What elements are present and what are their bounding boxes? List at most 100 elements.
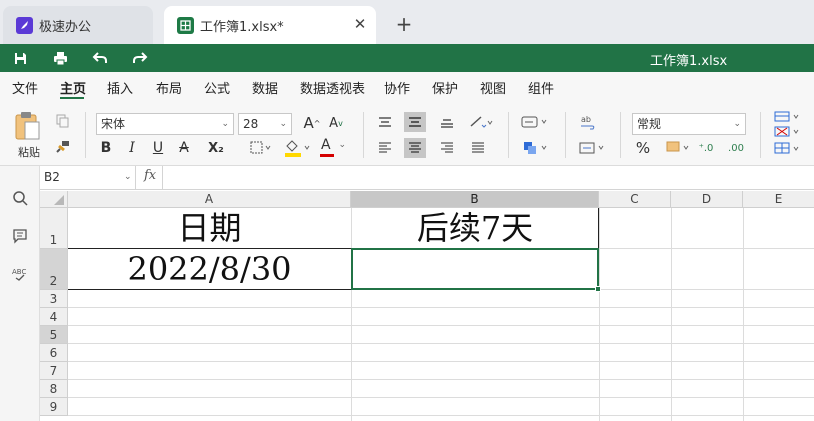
- close-icon[interactable]: ✕: [352, 16, 368, 32]
- gridline: [599, 208, 600, 421]
- tab-workbook[interactable]: 工作簿1.xlsx* ✕: [164, 6, 376, 44]
- italic-button[interactable]: I: [124, 138, 140, 158]
- row-header-6[interactable]: 6: [40, 344, 68, 362]
- underline-button[interactable]: U: [150, 138, 166, 158]
- insert-cells-icon: [774, 111, 799, 122]
- row-header-5[interactable]: 5: [40, 326, 68, 344]
- align-middle-button[interactable]: [404, 112, 426, 132]
- gridline: [743, 208, 744, 421]
- insert-cells-button[interactable]: [772, 110, 802, 124]
- font-color-swatch: [320, 154, 334, 157]
- gridline: [68, 361, 814, 362]
- subscript-button[interactable]: X₂: [202, 138, 230, 158]
- row-header-1[interactable]: 1: [40, 208, 68, 249]
- svg-text:ab: ab: [581, 115, 591, 124]
- column-header-a[interactable]: A: [68, 191, 351, 208]
- cell-a2[interactable]: 2022/8/30: [68, 249, 351, 290]
- borders-icon: [250, 141, 271, 154]
- formula-input[interactable]: [162, 166, 814, 189]
- increase-decimal-button[interactable]: ⁺.0: [696, 138, 716, 158]
- redo-icon[interactable]: [130, 48, 150, 68]
- format-cells-button[interactable]: [772, 141, 802, 157]
- wrap-text-button[interactable]: ab: [577, 112, 599, 134]
- format-painter-icon[interactable]: [54, 138, 72, 156]
- font-color-button[interactable]: A ⌄: [318, 137, 348, 159]
- align-bottom-icon: [441, 119, 453, 128]
- comment-icon[interactable]: [10, 226, 30, 246]
- column-header-b[interactable]: B: [351, 191, 599, 208]
- menu-home[interactable]: 主页: [60, 78, 86, 97]
- paste-button[interactable]: [12, 110, 44, 142]
- search-icon[interactable]: [10, 188, 30, 208]
- conditional-format-button[interactable]: [519, 138, 551, 158]
- align-center-button[interactable]: [404, 138, 426, 158]
- align-right-button[interactable]: [437, 138, 457, 158]
- percent-button[interactable]: %: [634, 138, 652, 158]
- menu-view[interactable]: 视图: [480, 78, 506, 97]
- gridline: [68, 325, 814, 326]
- row-header-3[interactable]: 3: [40, 290, 68, 308]
- menu-collaborate[interactable]: 协作: [384, 78, 410, 97]
- left-sidebar: ABC: [0, 166, 40, 421]
- column-header-e[interactable]: E: [743, 191, 814, 208]
- spreadsheet-grid: A B C D E 1 2 3 4 5 6 7 8 9 日期 后续7天 2022…: [40, 191, 814, 421]
- menu-formula[interactable]: 公式: [204, 78, 230, 97]
- increase-font-label: A: [303, 114, 314, 132]
- new-tab-button[interactable]: +: [393, 13, 415, 35]
- number-format-select[interactable]: 常规 ⌄: [632, 113, 746, 135]
- menu-file[interactable]: 文件: [12, 78, 38, 97]
- row-header-8[interactable]: 8: [40, 380, 68, 398]
- decrease-font-label: A: [329, 115, 339, 131]
- column-header-c[interactable]: C: [599, 191, 671, 208]
- menu-pivot-table[interactable]: 数据透视表: [300, 78, 365, 97]
- delete-cells-button[interactable]: [772, 125, 802, 139]
- cell-style-button[interactable]: [519, 112, 551, 132]
- gridline: [671, 208, 672, 421]
- gridline: [68, 415, 814, 416]
- increase-font-button[interactable]: A ^: [303, 113, 321, 133]
- menu-components[interactable]: 组件: [528, 78, 554, 97]
- cell-b1[interactable]: 后续7天: [351, 208, 599, 249]
- align-left-button[interactable]: [375, 138, 395, 158]
- font-name-select[interactable]: 宋体 ⌄: [96, 113, 234, 135]
- spellcheck-icon[interactable]: ABC: [10, 264, 30, 284]
- accounting-format-button[interactable]: [664, 138, 694, 158]
- row-header-7[interactable]: 7: [40, 362, 68, 380]
- number-format-value: 常规: [637, 117, 662, 131]
- strikethrough-button[interactable]: A: [176, 138, 192, 158]
- menu-layout[interactable]: 布局: [156, 78, 182, 97]
- fill-color-button[interactable]: [282, 137, 312, 159]
- borders-button[interactable]: [248, 138, 274, 158]
- font-size-value: 28: [243, 117, 259, 131]
- fx-icon[interactable]: fx: [144, 168, 156, 183]
- menu-data[interactable]: 数据: [252, 78, 278, 97]
- cell-a1[interactable]: 日期: [68, 208, 351, 249]
- column-header-d[interactable]: D: [671, 191, 743, 208]
- menu-protect[interactable]: 保护: [432, 78, 458, 97]
- decrease-decimal-button[interactable]: .00: [726, 138, 746, 158]
- fill-handle[interactable]: [595, 286, 601, 292]
- align-right-icon: [441, 142, 453, 153]
- bold-button[interactable]: B: [98, 138, 114, 158]
- align-top-button[interactable]: [375, 112, 395, 132]
- name-box[interactable]: B2 ⌄: [40, 166, 136, 189]
- merge-cells-icon: [579, 142, 604, 154]
- row-header-2[interactable]: 2: [40, 249, 68, 290]
- menu-insert[interactable]: 插入: [107, 78, 133, 97]
- copy-icon[interactable]: [54, 112, 72, 130]
- tab-home[interactable]: 极速办公: [3, 6, 153, 44]
- text-orientation-button[interactable]: [467, 112, 495, 132]
- decrease-font-button[interactable]: Av: [327, 113, 345, 133]
- justify-button[interactable]: [468, 138, 488, 158]
- row-header-4[interactable]: 4: [40, 308, 68, 326]
- merge-cells-button[interactable]: [577, 138, 609, 158]
- text-orientation-icon: [470, 116, 493, 128]
- select-all-corner[interactable]: [40, 191, 68, 208]
- font-size-select[interactable]: 28 ⌄: [238, 113, 292, 135]
- print-icon[interactable]: [50, 48, 70, 68]
- row-header-9[interactable]: 9: [40, 398, 68, 416]
- align-bottom-button[interactable]: [437, 112, 457, 132]
- align-center-icon: [409, 142, 421, 153]
- undo-icon[interactable]: [90, 48, 110, 68]
- save-icon[interactable]: [10, 48, 30, 68]
